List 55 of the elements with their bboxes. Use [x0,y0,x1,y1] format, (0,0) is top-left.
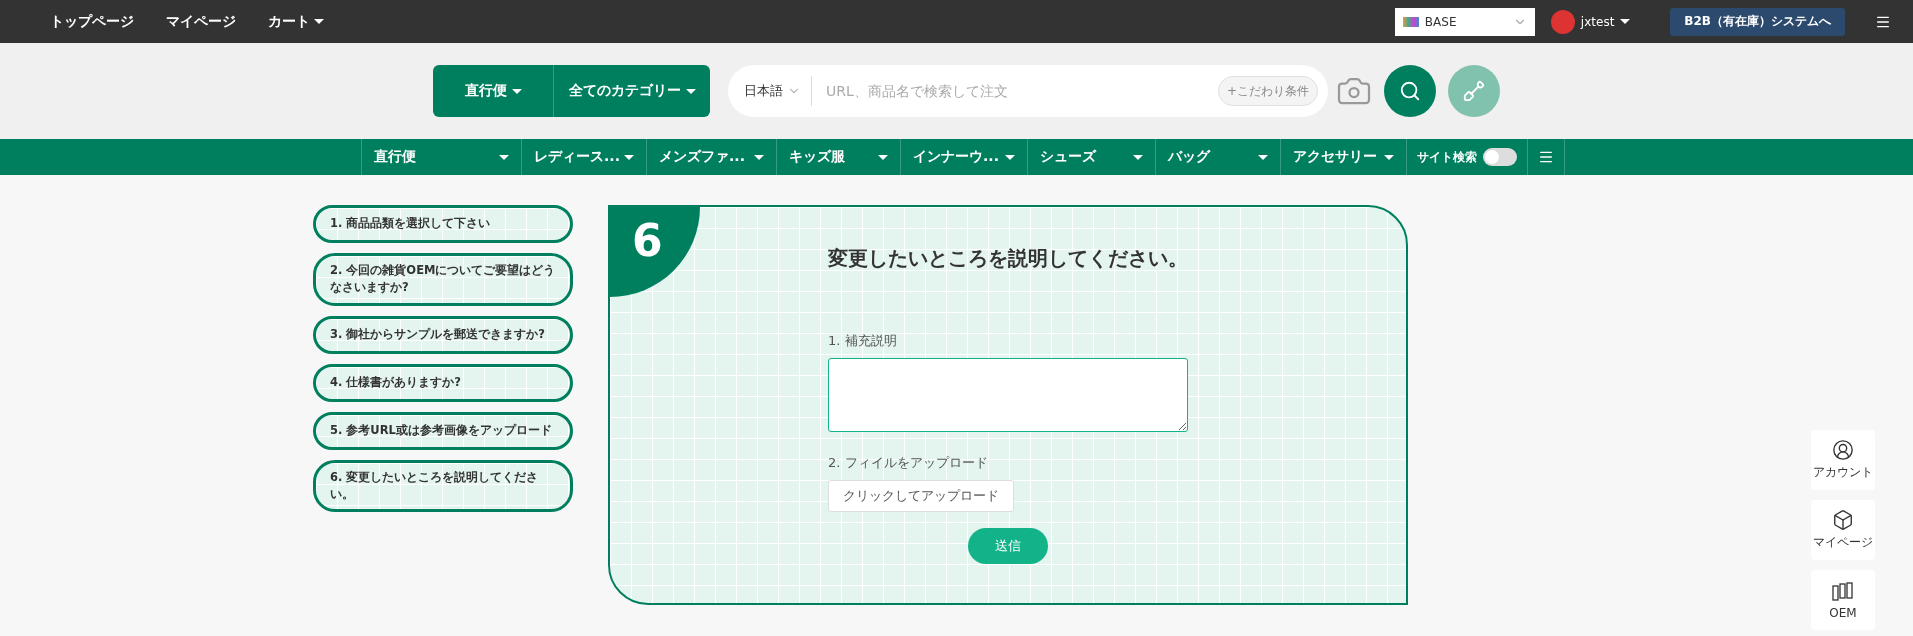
caret-icon [499,154,509,160]
caret-icon [754,154,764,160]
category-tab[interactable]: バッグ [1155,139,1280,175]
step-item[interactable]: 3. 御社からサンプルを郵送できますか? [313,315,573,354]
step-item[interactable]: 2. 今回の雑貨OEMについてご要望はどうなさいますか? [313,253,573,306]
search-field[interactable]: 日本語 URL、商品名で検索して注文 +こだわり条件 [728,65,1328,117]
nav-link[interactable]: トップページ [50,12,134,31]
caret-icon [511,88,522,94]
b2b-button[interactable]: B2B（有在庫）システムへ [1670,7,1845,36]
category-tab[interactable]: アクセサリー [1280,139,1406,175]
category-dropdown[interactable]: 全てのカテゴリー [553,65,710,117]
site-search-label: サイト検索 [1417,148,1477,166]
user-menu[interactable]: jxtest [1550,9,1631,34]
category-tab[interactable]: インナーウ... [900,139,1027,175]
shovel-icon [1463,80,1485,102]
user-icon [1832,439,1854,461]
field-label: 2. フィイルをアップロード [828,454,989,472]
nav-link[interactable]: カート [268,12,324,31]
step-item[interactable]: 6. 変更したいところを説明してください。 [313,459,573,512]
shovel-button[interactable] [1448,65,1500,117]
side-button[interactable]: OEM [1811,570,1875,630]
category-tab[interactable]: メンズファ... [646,139,776,175]
caret-icon [1384,154,1394,160]
search-button[interactable] [1384,65,1436,117]
avatar [1550,9,1575,34]
search-icon [1399,80,1421,102]
caret-icon [624,154,634,160]
caret-icon [1005,154,1015,160]
step-item[interactable]: 4. 仕様書がありますか? [313,363,573,402]
box-icon [1832,509,1854,531]
step-item[interactable]: 5. 参考URL或は参考画像をアップロード [313,411,573,450]
upload-button[interactable]: クリックしてアップロード [828,480,1014,512]
caret-icon [878,154,888,160]
store-logo [1402,16,1419,27]
panels-icon [1832,580,1854,603]
mode-dropdown[interactable]: 直行便 [433,65,553,117]
field-label: 1. 補充説明 [828,332,898,350]
card-title: 変更したいところを説明してください。 [828,245,1188,272]
site-search-toggle[interactable] [1483,148,1517,166]
caret-icon [1258,154,1268,160]
caret-icon [685,88,696,94]
description-field[interactable] [828,358,1188,432]
caret-icon [1620,19,1631,24]
step-number: 6 [610,207,700,297]
step-item[interactable]: 1. 商品品類を選択して下さい [313,205,573,243]
caret-icon [1133,154,1143,160]
side-button[interactable]: マイページ [1811,500,1875,560]
side-button[interactable]: アカウント [1811,430,1875,490]
category-tab[interactable]: キッズ服 [776,139,900,175]
category-tab[interactable]: シューズ [1027,139,1155,175]
nav-link[interactable]: マイページ [166,12,236,31]
store-select-value: BASE [1424,14,1458,29]
store-select[interactable]: BASE [1394,7,1535,36]
category-tab[interactable]: 直行便 [361,139,521,175]
category-tab[interactable]: レディース... [521,139,646,175]
